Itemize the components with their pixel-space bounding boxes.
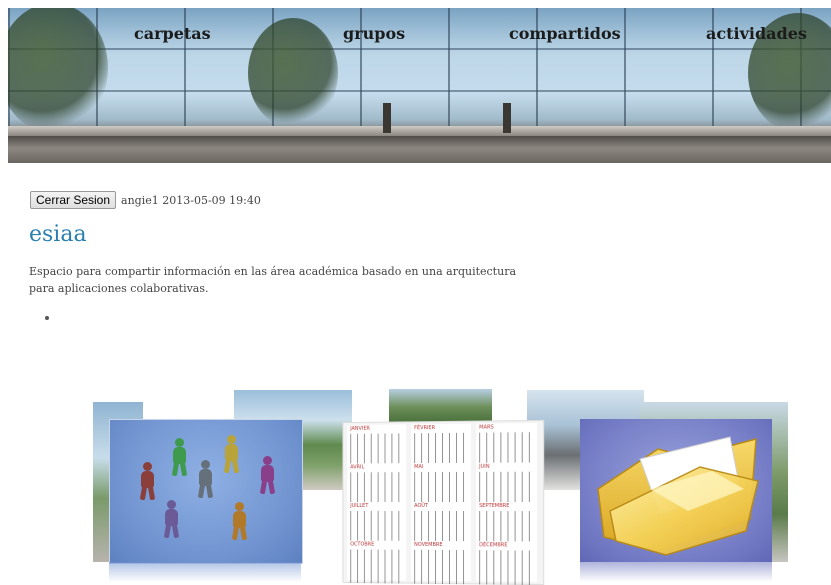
banner-glass-rail <box>8 90 831 92</box>
session-bar: Cerrar Sesion angie1 2013-05-09 19:40 <box>30 190 261 210</box>
page-title: esiaa <box>29 222 87 247</box>
nav-item-actividades[interactable]: actividades <box>706 24 807 43</box>
gallery-card-folders[interactable] <box>580 419 772 562</box>
banner-base <box>8 136 831 163</box>
banner-pillar <box>503 103 511 133</box>
banner-pillar <box>383 103 391 133</box>
card-reflection <box>580 562 772 582</box>
card-reflection <box>109 562 301 582</box>
nav-item-grupos[interactable]: grupos <box>343 24 405 43</box>
calendar-month: NOVEMBRE <box>411 540 472 585</box>
calendar-month: OCTOBRE <box>347 540 407 584</box>
empty-list-bullet <box>45 316 49 320</box>
gallery-card-activities[interactable]: JANVIER FÉVRIER MARS AVRIL MAI JUIN JUIL… <box>342 419 545 585</box>
nav-item-compartidos[interactable]: compartidos <box>509 24 621 43</box>
nav-item-carpetas[interactable]: carpetas <box>134 24 211 43</box>
main-nav: carpetas grupos compartidos actividades <box>8 24 831 54</box>
site-description: Espacio para compartir información en la… <box>29 265 517 295</box>
calendar-month: DÉCEMBRE <box>476 541 538 585</box>
folder-icon <box>597 436 759 556</box>
logout-button[interactable]: Cerrar Sesion <box>30 191 117 209</box>
gallery-card-groups[interactable] <box>109 419 303 564</box>
banner-eave <box>8 126 831 136</box>
session-info: angie1 2013-05-09 19:40 <box>121 193 261 207</box>
header-banner: carpetas grupos compartidos actividades <box>8 8 831 163</box>
